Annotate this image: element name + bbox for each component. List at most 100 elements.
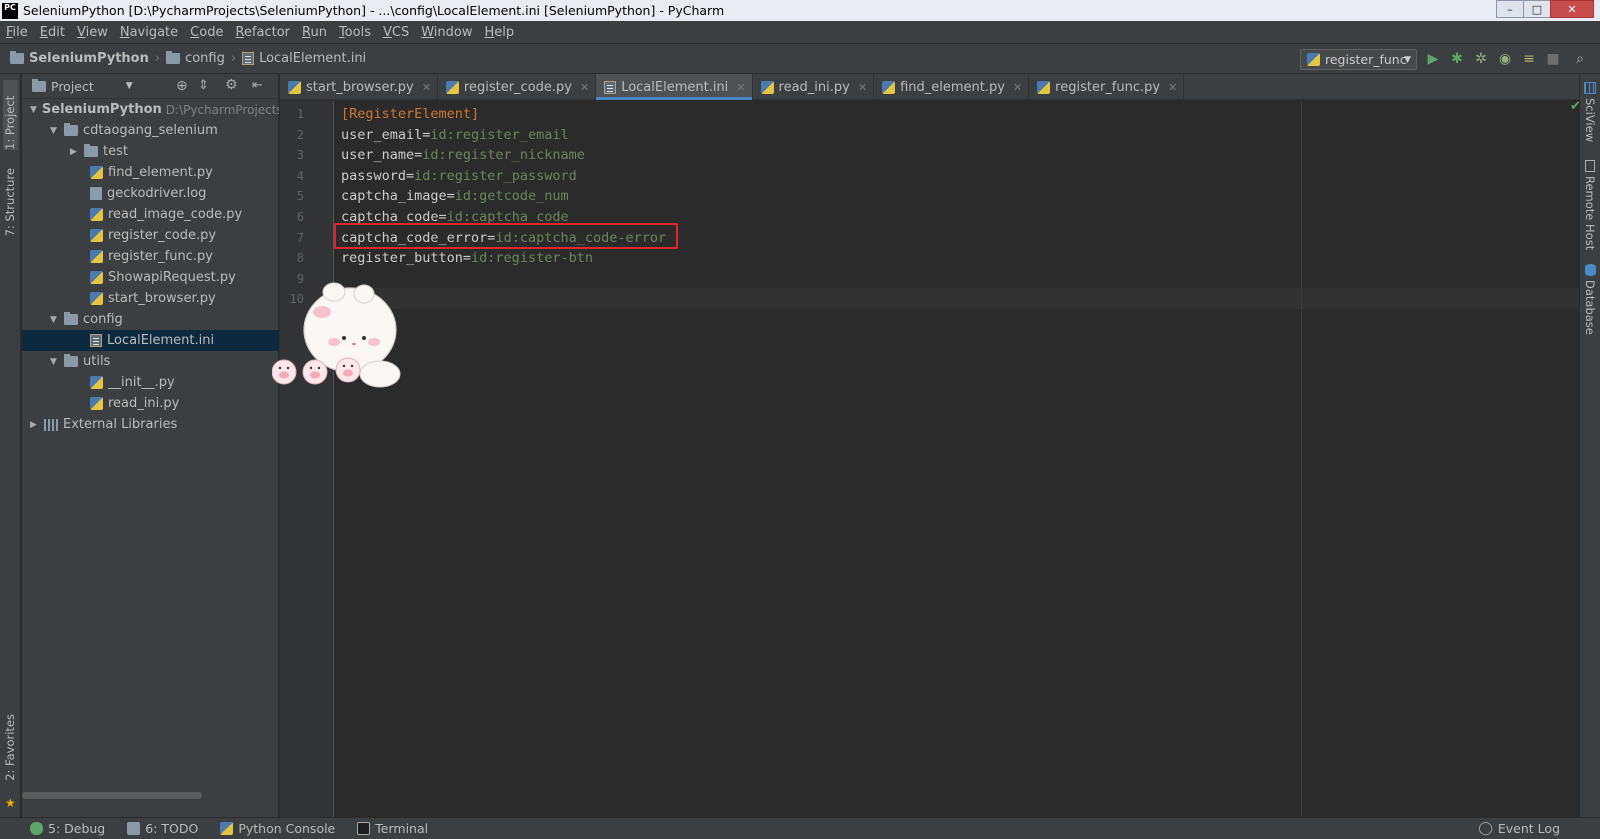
tree-item[interactable]: ▶ test <box>70 141 128 162</box>
editor-tab[interactable]: register_code.py ✕ <box>438 74 597 100</box>
run-with-coverage-icon[interactable]: ✲ <box>1474 52 1488 66</box>
editor-tab[interactable]: read_ini.py ✕ <box>753 74 875 100</box>
menu-tools[interactable]: Tools <box>339 25 371 40</box>
tree-item[interactable]: __init__.py <box>90 372 175 393</box>
sciview-icon <box>1584 82 1596 94</box>
python-console-icon <box>220 822 234 835</box>
concurrency-diagram-icon[interactable]: ≡ <box>1522 52 1536 66</box>
close-button[interactable]: ✕ <box>1550 0 1594 18</box>
todo-tool-label: 6: TODO <box>145 821 199 836</box>
editor-tab[interactable]: LocalElement.ini ✕ <box>596 74 753 100</box>
tree-item[interactable]: register_code.py <box>90 225 216 246</box>
window-title: SeleniumPython [D:\PycharmProjects\Selen… <box>23 3 725 18</box>
terminal-tool-button[interactable]: Terminal <box>357 821 428 836</box>
code-line[interactable]: password=id:register_password <box>341 166 577 187</box>
collapsed-arrow-icon[interactable]: ▶ <box>70 147 84 157</box>
debug-tool-button[interactable]: 5: Debug <box>30 821 105 836</box>
tree-item[interactable]: ▼ config <box>50 309 123 330</box>
editor-tab[interactable]: find_element.py ✕ <box>874 74 1030 100</box>
code-line[interactable]: captcha_image=id:getcode_num <box>341 186 569 207</box>
code-line[interactable]: user_name=id:register_nickname <box>341 145 585 166</box>
tree-item[interactable]: start_browser.py <box>90 288 216 309</box>
close-tab-icon[interactable]: ✕ <box>858 81 867 94</box>
python-file-icon <box>1037 80 1051 94</box>
tree-item[interactable]: ▼ utils <box>50 351 110 372</box>
tool-tab-remote-host[interactable]: Remote Host <box>1583 176 1597 250</box>
tree-item[interactable]: read_ini.py <box>90 393 179 414</box>
tool-tab-database[interactable]: Database <box>1583 280 1597 335</box>
tool-tab-sciview[interactable]: SciView <box>1583 98 1597 142</box>
tree-item[interactable]: find_element.py <box>90 162 213 183</box>
close-tab-icon[interactable]: ✕ <box>580 81 589 94</box>
tree-item[interactable]: ▶ External Libraries <box>30 414 177 435</box>
code-line[interactable]: register_button=id:register-btn <box>341 248 593 269</box>
tree-item[interactable]: register_func.py <box>90 246 213 267</box>
code-editor[interactable]: [RegisterElement] user_email=id:register_… <box>334 101 1579 817</box>
expanded-arrow-icon[interactable]: ▼ <box>30 105 37 115</box>
ini-file-icon <box>242 52 255 65</box>
tree-item-label: register_code.py <box>108 228 217 243</box>
tool-tab-favorites[interactable]: 2: Favorites <box>3 714 17 781</box>
close-tab-icon[interactable]: ✕ <box>1168 81 1177 94</box>
tree-item[interactable]: geckodriver.log <box>90 183 206 204</box>
menu-navigate[interactable]: Navigate <box>120 25 178 40</box>
python-file-icon <box>1307 53 1320 66</box>
menu-help[interactable]: Help <box>485 25 515 40</box>
expanded-arrow-icon[interactable]: ▼ <box>50 357 64 367</box>
ini-key: user_name= <box>341 147 423 164</box>
python-file-icon <box>288 80 301 94</box>
code-line[interactable]: [RegisterElement] <box>341 104 479 125</box>
breadcrumb-folder[interactable]: config <box>185 51 225 66</box>
folder-icon <box>64 123 78 136</box>
line-number: 6 <box>296 210 304 224</box>
python-file-icon <box>90 250 103 263</box>
search-everywhere-icon[interactable]: ⌕ <box>1573 52 1587 66</box>
ini-value: id:register_email <box>430 126 569 143</box>
menu-refactor[interactable]: Refactor <box>235 25 290 40</box>
close-tab-icon[interactable]: ✕ <box>1013 81 1022 94</box>
close-tab-icon[interactable]: ✕ <box>736 81 745 94</box>
horizontal-scrollbar[interactable] <box>22 792 202 799</box>
todo-tool-button[interactable]: 6: TODO <box>127 821 198 836</box>
minimize-button[interactable]: – <box>1496 0 1524 18</box>
python-file-icon <box>760 80 774 94</box>
profile-icon[interactable]: ◉ <box>1498 52 1512 66</box>
editor-tab[interactable]: start_browser.py ✕ <box>280 74 438 100</box>
breadcrumb-project[interactable]: SeleniumPython <box>29 51 149 66</box>
expanded-arrow-icon[interactable]: ▼ <box>50 126 64 136</box>
collapsed-arrow-icon[interactable]: ▶ <box>30 420 44 430</box>
tree-item[interactable]: ▼ SeleniumPython D:\PycharmProjects <box>30 99 279 120</box>
run-configuration-label: register_func <box>1325 52 1407 67</box>
maximize-button[interactable]: □ <box>1523 0 1551 18</box>
breadcrumb-file[interactable]: LocalElement.ini <box>259 51 366 66</box>
pycharm-logo-icon: PC <box>2 2 18 19</box>
menu-file[interactable]: File <box>6 25 28 40</box>
run-icon[interactable]: ▶ <box>1426 52 1440 66</box>
menu-code[interactable]: Code <box>190 25 223 40</box>
menu-window[interactable]: Window <box>421 25 472 40</box>
menu-view[interactable]: View <box>77 25 108 40</box>
tree-item[interactable]: ShowapiRequest.py <box>90 267 236 288</box>
menu-edit[interactable]: Edit <box>40 25 65 40</box>
stop-icon[interactable]: ■ <box>1546 52 1560 66</box>
tree-item[interactable]: LocalElement.ini <box>22 330 279 351</box>
tree-item[interactable]: read_image_code.py <box>90 204 242 225</box>
expanded-arrow-icon[interactable]: ▼ <box>50 315 64 325</box>
code-line[interactable]: user_email=id:register_email <box>341 125 569 146</box>
folder-icon <box>64 312 78 325</box>
event-log-button[interactable]: ◯ Event Log <box>1478 821 1560 836</box>
menu-run[interactable]: Run <box>302 25 327 40</box>
close-tab-icon[interactable]: ✕ <box>422 81 431 94</box>
tree-item-path-hint: D:\PycharmProjects <box>165 102 279 117</box>
run-configuration-select[interactable]: register_func ▼ <box>1300 49 1417 70</box>
tool-tab-project[interactable]: 1: Project <box>3 80 18 150</box>
tree-item-label: SeleniumPython <box>41 102 162 117</box>
menu-vcs[interactable]: VCS <box>383 25 409 40</box>
tree-item[interactable]: ▼ cdtaogang_selenium <box>50 120 218 141</box>
bunny-sticker-image <box>272 282 401 388</box>
python-console-tool-button[interactable]: Python Console <box>220 821 335 836</box>
editor-tab[interactable]: register_func.py ✕ <box>1029 74 1185 100</box>
debug-icon[interactable]: ✱ <box>1450 52 1464 66</box>
tool-tab-structure[interactable]: 7: Structure <box>3 168 17 236</box>
python-file-icon <box>90 166 103 179</box>
